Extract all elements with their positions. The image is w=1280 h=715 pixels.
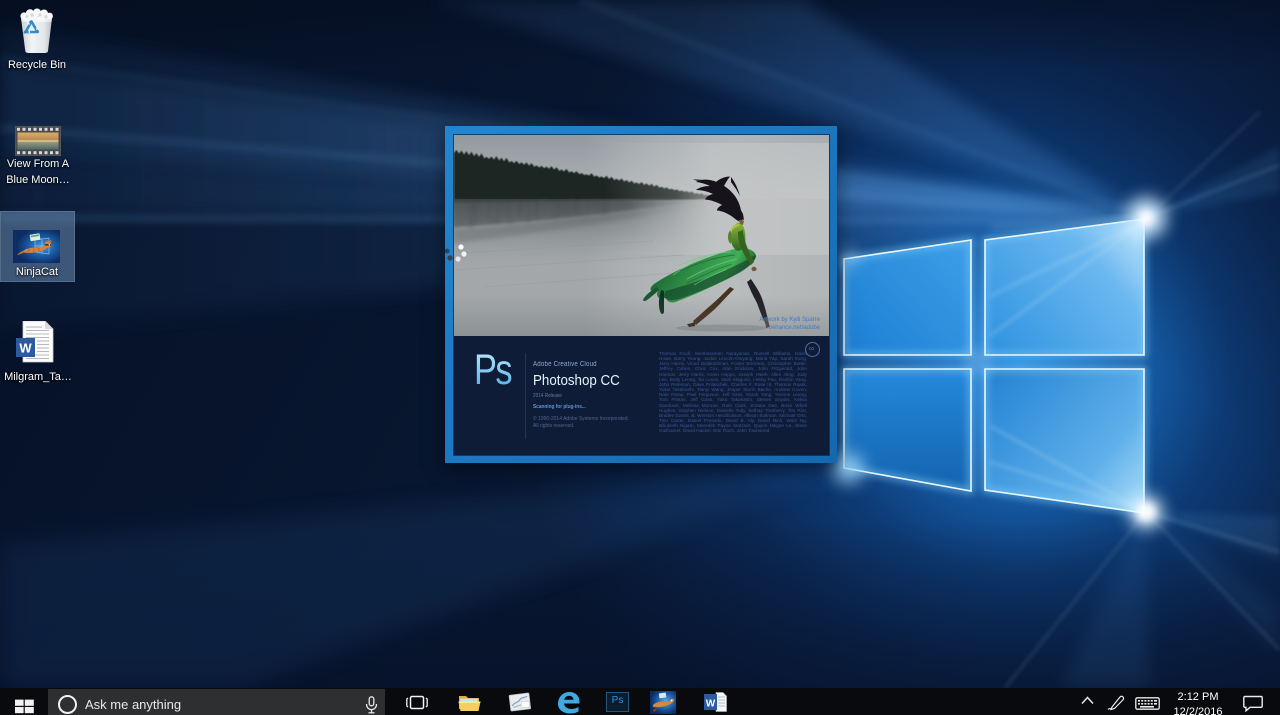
svg-text:W: W bbox=[706, 699, 716, 710]
svg-text:Artwork by Kylli Sparre: Artwork by Kylli Sparre bbox=[759, 317, 820, 323]
svg-text:W: W bbox=[19, 341, 32, 356]
svg-text:behance.net/adobe: behance.net/adobe bbox=[769, 325, 821, 331]
